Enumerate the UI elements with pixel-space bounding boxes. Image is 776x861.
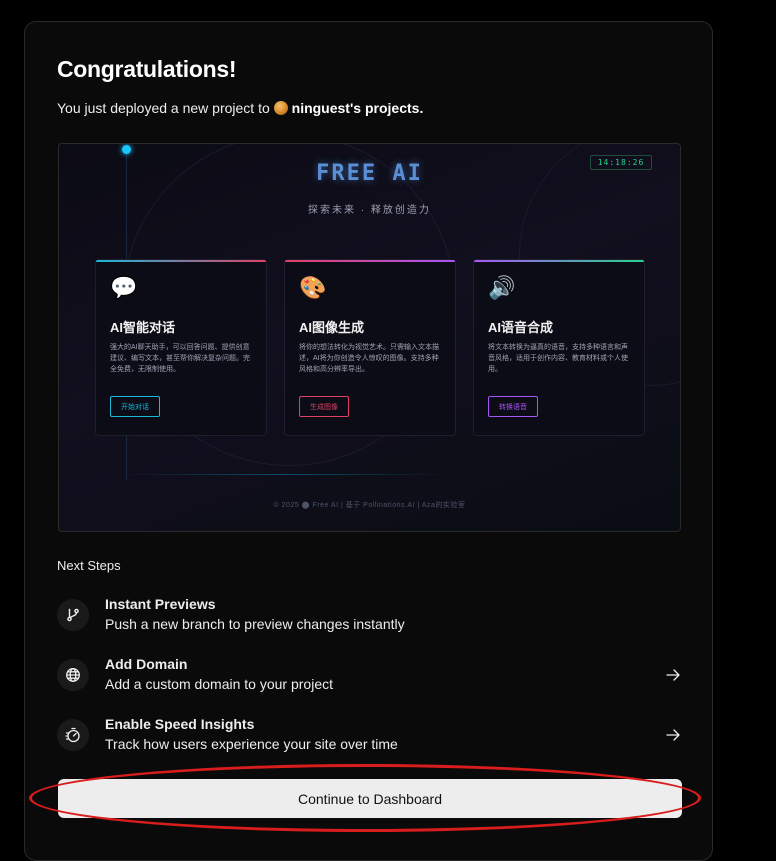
speaker-icon: 🔊 [488, 276, 515, 300]
arrow-right-icon [665, 727, 681, 748]
decor-dot [122, 145, 131, 154]
step-description: Track how users experience your site ove… [105, 736, 398, 752]
feature-description: 将文本转换为逼真的语音，支持多种语言和声音风格，适用于创作内容、教育材料或个人使… [488, 342, 634, 375]
convert-voice-button[interactable]: 转换语音 [488, 396, 538, 417]
generate-image-button[interactable]: 生成图像 [299, 396, 349, 417]
feature-description: 强大的AI聊天助手，可以回答问题、提供创意建议、编写文本，甚至帮你解决复杂问题。… [110, 342, 256, 375]
feature-description: 将你的想法转化为视觉艺术。只需输入文本描述，AI将为你创造令人惊叹的图像。支持多… [299, 342, 445, 375]
feature-accent-bar [285, 260, 455, 262]
next-steps-heading: Next Steps [57, 558, 121, 573]
owner-name: ninguest's projects. [292, 100, 424, 116]
step-title: Instant Previews [105, 596, 216, 612]
owner-avatar [274, 101, 288, 115]
feature-accent-bar [96, 260, 266, 262]
subtitle-text: You just deployed a new project to [57, 100, 270, 116]
chat-bubble-icon: 💬 [110, 276, 137, 300]
palette-icon: 🎨 [299, 276, 326, 300]
step-add-domain[interactable]: Add Domain Add a custom domain to your p… [57, 656, 683, 698]
speed-gauge-icon [57, 719, 89, 751]
git-branch-icon [57, 599, 89, 631]
feature-card-voice: 🔊 AI语音合成 将文本转换为逼真的语音，支持多种语言和声音风格，适用于创作内容… [473, 259, 645, 436]
feature-title: AI语音合成 [488, 317, 553, 336]
step-speed-insights[interactable]: Enable Speed Insights Track how users ex… [57, 716, 683, 758]
preview-brand: FREE AI [59, 161, 680, 186]
preview-footer: © 2025 ⬤ Free AI | 基于 Pollinations.AI | … [59, 500, 680, 510]
step-title: Enable Speed Insights [105, 716, 254, 732]
preview-clock: 14:18:26 [590, 155, 652, 170]
globe-icon [57, 659, 89, 691]
arrow-right-icon [665, 667, 681, 688]
decor-line [119, 474, 449, 475]
step-title: Add Domain [105, 656, 187, 672]
start-chat-button[interactable]: 开始对话 [110, 396, 160, 417]
preview-tagline: 探索未来 · 释放创造力 [59, 201, 680, 216]
feature-title: AI图像生成 [299, 317, 364, 336]
step-description: Push a new branch to preview changes ins… [105, 616, 405, 632]
deploy-subtitle: You just deployed a new project to ningu… [57, 100, 423, 116]
step-description: Add a custom domain to your project [105, 676, 333, 692]
deployment-success-card: Congratulations! You just deployed a new… [24, 21, 713, 861]
deployment-preview[interactable]: FREE AI 探索未来 · 释放创造力 14:18:26 💬 AI智能对话 强… [58, 143, 681, 532]
continue-to-dashboard-button[interactable]: Continue to Dashboard [58, 779, 682, 818]
feature-card-image: 🎨 AI图像生成 将你的想法转化为视觉艺术。只需输入文本描述，AI将为你创造令人… [284, 259, 456, 436]
step-instant-previews[interactable]: Instant Previews Push a new branch to pr… [57, 596, 683, 638]
feature-title: AI智能对话 [110, 317, 175, 336]
page-title: Congratulations! [57, 56, 236, 83]
feature-card-chat: 💬 AI智能对话 强大的AI聊天助手，可以回答问题、提供创意建议、编写文本，甚至… [95, 259, 267, 436]
feature-accent-bar [474, 260, 644, 262]
